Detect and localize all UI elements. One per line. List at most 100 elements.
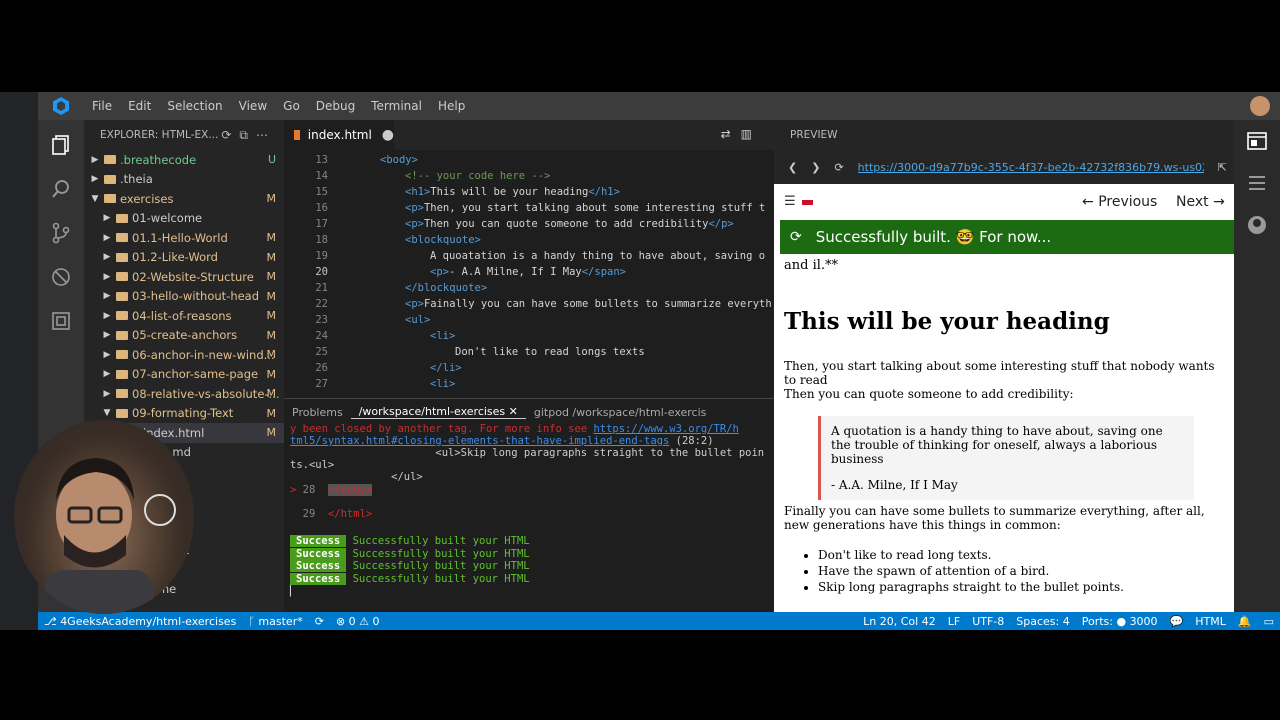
code-text: <body>: [380, 154, 418, 166]
code-line[interactable]: 26 </li>: [284, 360, 774, 376]
github-icon[interactable]: [1246, 214, 1268, 236]
chevron-right-icon[interactable]: ▶: [102, 213, 112, 223]
tree-folder[interactable]: ▶ 01-welcome: [84, 209, 284, 229]
user-avatar[interactable]: [1250, 96, 1270, 116]
chevron-right-icon[interactable]: ▶: [90, 155, 100, 165]
error-link[interactable]: https://www.w3.org/TR/h: [593, 423, 738, 435]
chevron-right-icon[interactable]: ▶: [102, 233, 112, 243]
tree-folder[interactable]: ▶ .breathecode U: [84, 150, 284, 170]
right-activity-bar: [1234, 120, 1280, 612]
tab-index-html[interactable]: index.html ●: [284, 120, 394, 150]
explorer-icon[interactable]: [50, 134, 72, 156]
menu-debug[interactable]: Debug: [308, 99, 363, 113]
tree-folder[interactable]: ▶ 03-hello-without-head M: [84, 287, 284, 307]
code-line[interactable]: 23 <ul>: [284, 312, 774, 328]
chevron-right-icon[interactable]: ▶: [102, 311, 112, 321]
code-line[interactable]: 16 <p>Then, you start talking about some …: [284, 200, 774, 216]
eol-status[interactable]: LF: [942, 615, 966, 628]
code-line[interactable]: 19 A quoatation is a handy thing to have …: [284, 248, 774, 264]
search-icon[interactable]: [50, 178, 72, 200]
previous-button[interactable]: ← Previous: [1082, 194, 1157, 210]
preview-icon[interactable]: [1246, 130, 1268, 152]
chevron-down-icon[interactable]: ▼: [90, 194, 100, 204]
outline-icon[interactable]: [1246, 172, 1268, 194]
menu-selection[interactable]: Selection: [159, 99, 230, 113]
code-line[interactable]: 25 Don't like to read longs texts: [284, 344, 774, 360]
cursor-position[interactable]: Ln 20, Col 42: [857, 615, 942, 628]
extensions-icon[interactable]: [50, 310, 72, 332]
code-line[interactable]: 15 <h1>This will be your heading</h1>: [284, 184, 774, 200]
line-number: 19: [315, 250, 328, 262]
code-line[interactable]: 24 <li>: [284, 328, 774, 344]
notification-bell-icon[interactable]: 🔔: [1232, 615, 1258, 628]
branch-status[interactable]: ᚴ master*: [242, 615, 308, 628]
back-icon[interactable]: ❮: [788, 161, 797, 174]
tab-terminal-workspace[interactable]: /workspace/html-exercises ✕: [350, 405, 526, 419]
layout-icon[interactable]: ▭: [1258, 615, 1280, 628]
tree-folder[interactable]: ▶ .theia: [84, 170, 284, 190]
code-editor[interactable]: 13 <body> 14 <!-- your code here --> 15 <h1>T…: [284, 150, 774, 396]
encoding-status[interactable]: UTF-8: [966, 615, 1010, 628]
source-control-icon[interactable]: [50, 222, 72, 244]
error-link-2[interactable]: tml5/syntax.html#closing-elements-that-h…: [290, 435, 669, 447]
terminal-cursor[interactable]: ▏: [290, 585, 296, 597]
tree-folder[interactable]: ▶ 07-anchor-same-page M: [84, 365, 284, 385]
tree-folder[interactable]: ▶ 06-anchor-in-new-wind... M: [84, 345, 284, 365]
reload-icon[interactable]: ⟳: [834, 161, 843, 174]
next-button[interactable]: Next →: [1176, 194, 1225, 210]
code-line[interactable]: 14 <!-- your code here -->: [284, 168, 774, 184]
debug-icon[interactable]: [50, 266, 72, 288]
tab-terminal-gitpod[interactable]: gitpod /workspace/html-exercis: [526, 406, 715, 419]
code-line[interactable]: 13 <body>: [284, 152, 774, 168]
forward-icon[interactable]: ❯: [811, 161, 820, 174]
code-line[interactable]: 21 </blockquote>: [284, 280, 774, 296]
sync-icon[interactable]: ⟳: [309, 615, 330, 628]
chevron-right-icon[interactable]: ▶: [102, 330, 112, 340]
code-line[interactable]: 17 <p>Then you can quote someone to add c…: [284, 216, 774, 232]
line-number: 13: [315, 154, 328, 166]
chevron-right-icon[interactable]: ▶: [102, 369, 112, 379]
chevron-right-icon[interactable]: ▶: [90, 174, 100, 184]
tree-folder[interactable]: ▶ 01.2-Like-Word M: [84, 248, 284, 268]
tab-problems[interactable]: Problems: [284, 406, 351, 419]
chat-icon[interactable]: 💬: [1164, 615, 1190, 628]
preview-url[interactable]: https://3000-d9a77b9c-355c-4f37-be2b-427…: [858, 161, 1204, 174]
explorer-actions[interactable]: ⟳⧉⋯: [221, 128, 276, 143]
chevron-right-icon[interactable]: ▶: [102, 252, 112, 262]
code-line[interactable]: 18 <blockquote>: [284, 232, 774, 248]
menu-edit[interactable]: Edit: [120, 99, 159, 113]
tree-folder[interactable]: ▶ 05-create-anchors M: [84, 326, 284, 346]
menu-terminal[interactable]: Terminal: [363, 99, 430, 113]
tree-folder[interactable]: ▶ 02-Website-Structure M: [84, 267, 284, 287]
open-external-icon[interactable]: ⇱: [1218, 161, 1227, 174]
reload-icon[interactable]: ⟳: [790, 229, 802, 245]
hamburger-menu-icon[interactable]: ☰: [784, 194, 796, 209]
code-text: <li>: [430, 378, 456, 390]
code-line[interactable]: 20 <p>- A.A Milne, If I May</span>: [284, 264, 774, 280]
tree-folder[interactable]: ▼ exercises M: [84, 189, 284, 209]
chevron-down-icon[interactable]: ▼: [102, 408, 112, 418]
menu-help[interactable]: Help: [430, 99, 473, 113]
language-status[interactable]: HTML: [1189, 615, 1232, 628]
code-line[interactable]: 27 <li>: [284, 376, 774, 392]
unsaved-dot-icon[interactable]: ●: [382, 127, 394, 143]
tree-folder[interactable]: ▶ 08-relative-vs-absolute-... M: [84, 384, 284, 404]
code-line[interactable]: 22 <p>Fainally you can have some bullets …: [284, 296, 774, 312]
tree-folder[interactable]: ▶ 01.1-Hello-World M: [84, 228, 284, 248]
tree-folder[interactable]: ▶ 04-list-of-reasons M: [84, 306, 284, 326]
chevron-right-icon[interactable]: ▶: [102, 291, 112, 301]
menu-go[interactable]: Go: [275, 99, 308, 113]
ports-status[interactable]: Ports: ● 3000: [1076, 615, 1164, 628]
chevron-right-icon[interactable]: ▶: [102, 272, 112, 282]
menu-view[interactable]: View: [231, 99, 275, 113]
chevron-right-icon[interactable]: ▶: [102, 350, 112, 360]
chevron-right-icon[interactable]: ▶: [102, 389, 112, 399]
problems-status[interactable]: ⊗ 0 ⚠ 0: [330, 615, 386, 628]
indent-status[interactable]: Spaces: 4: [1010, 615, 1075, 628]
success-badge: Success: [290, 535, 347, 547]
us-flag-icon[interactable]: [802, 197, 813, 205]
editor-actions[interactable]: ⇄▥: [721, 127, 762, 141]
repo-status[interactable]: ⎇ 4GeeksAcademy/html-exercises: [38, 615, 242, 628]
menu-file[interactable]: File: [84, 99, 120, 113]
git-status-badge: M: [266, 270, 277, 284]
